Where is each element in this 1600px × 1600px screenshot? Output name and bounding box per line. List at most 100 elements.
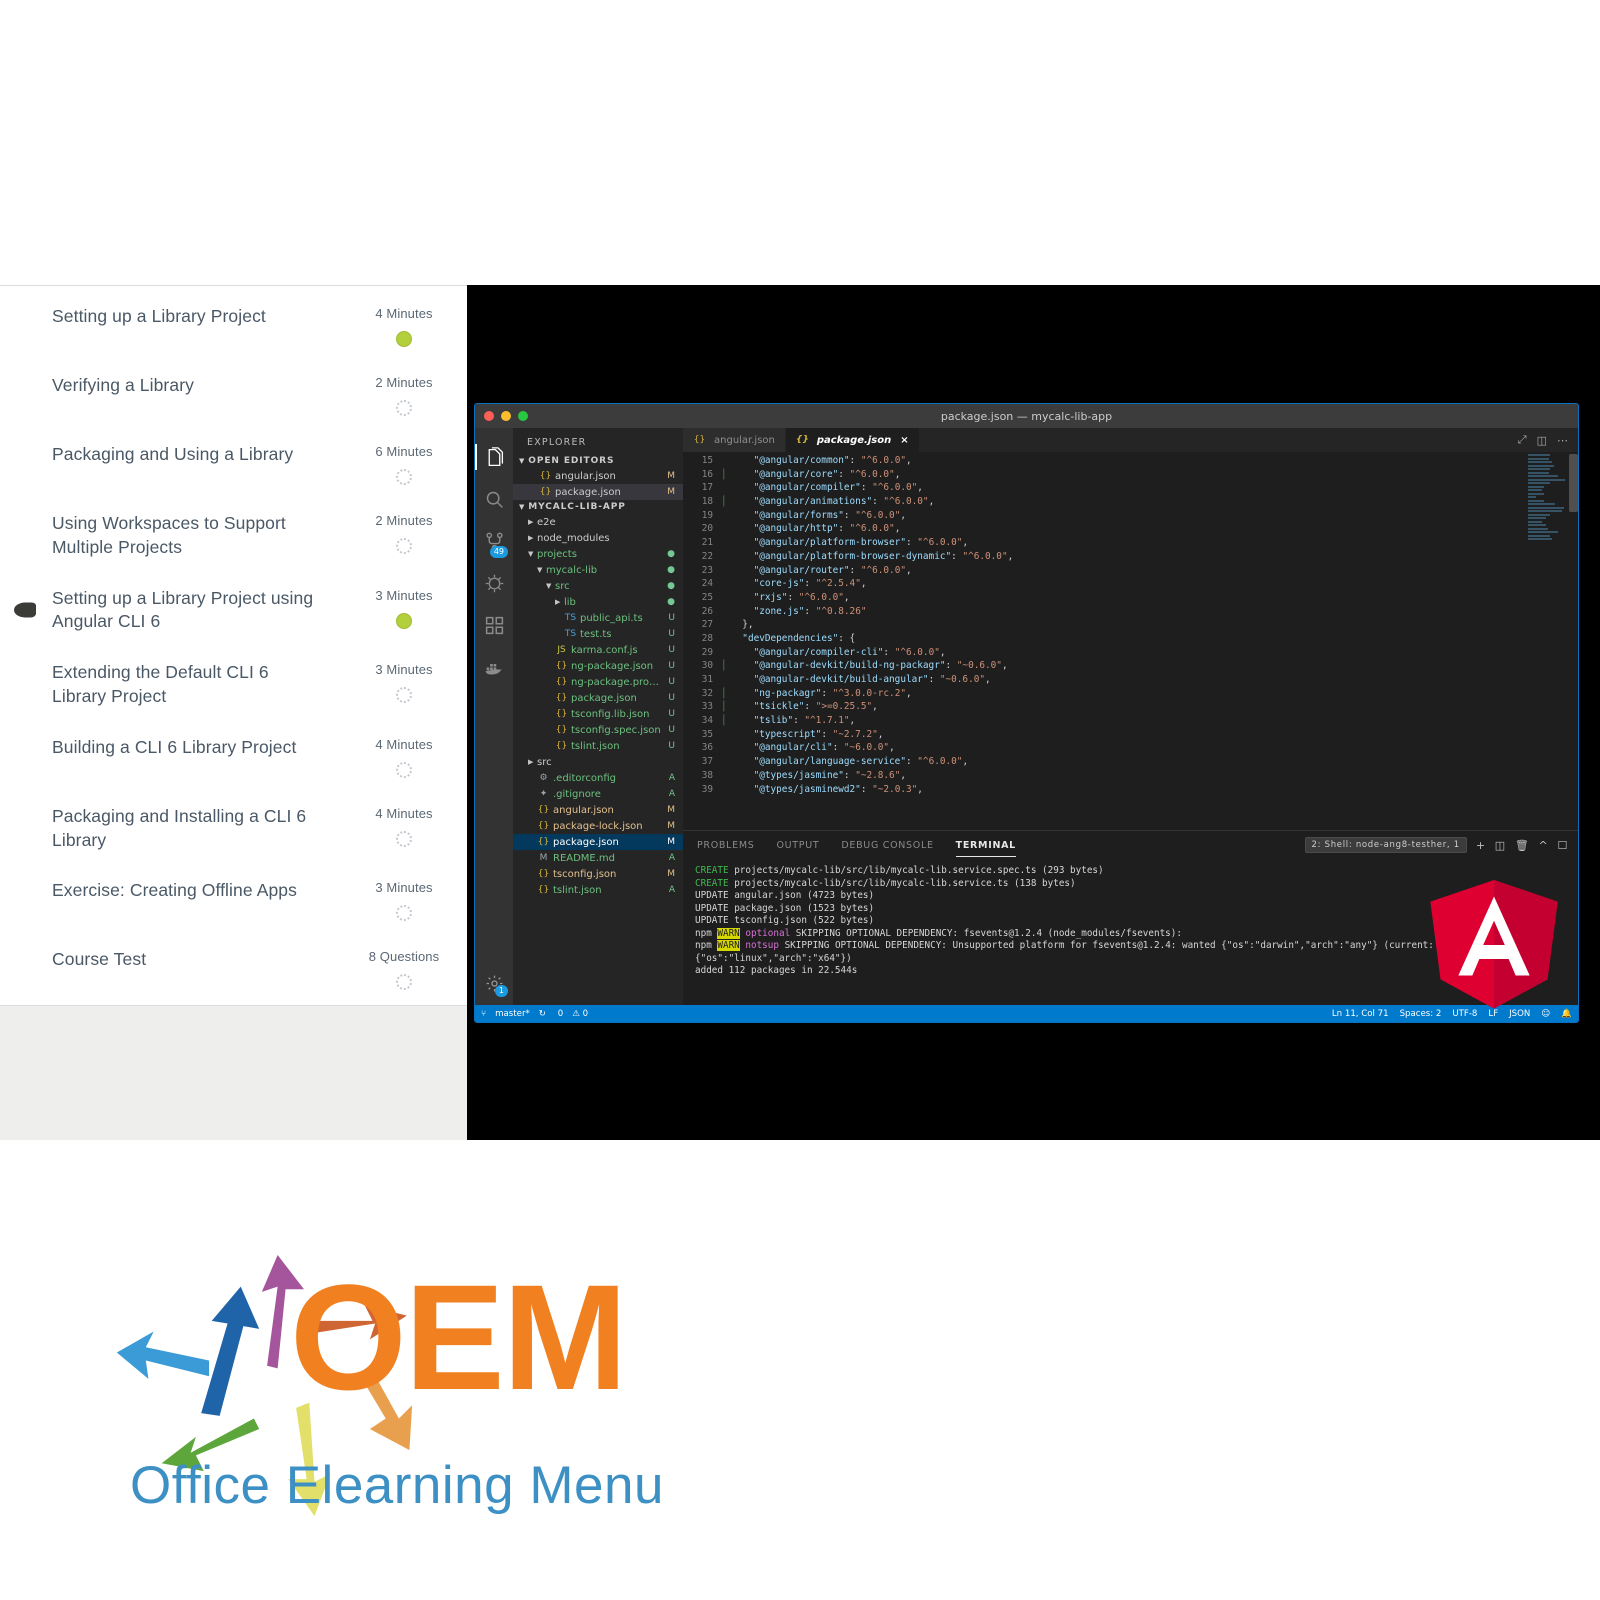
maximize-panel-icon[interactable]: ☐ — [1557, 839, 1568, 852]
line-number: 39 — [683, 783, 721, 797]
file-tree-row[interactable]: ▶ node_modules — [513, 530, 683, 546]
explorer-icon[interactable] — [475, 436, 513, 478]
open-editor-row[interactable]: {} angular.json M — [513, 468, 683, 484]
split-terminal-icon[interactable]: ◫ — [1495, 839, 1506, 852]
file-tree-row[interactable]: ✦ .gitignore A — [513, 786, 683, 802]
file-tree-row[interactable]: ▼ src ● — [513, 578, 683, 594]
file-tree-row[interactable]: ▶ src — [513, 754, 683, 770]
line-number: 35 — [683, 728, 721, 742]
file-tree-row[interactable]: {} ng-package.prod.j... U — [513, 674, 683, 690]
bell-icon[interactable]: 🔔 — [1561, 1009, 1572, 1019]
editor-tab[interactable]: {} package.json × — [786, 428, 920, 452]
terminal-selector[interactable]: 2: Shell: node-ang8-testher, 1 — [1305, 837, 1467, 853]
trash-icon[interactable]: 🗑 — [1515, 839, 1530, 852]
file-tree-row[interactable]: {} angular.json M — [513, 802, 683, 818]
fold-indicator — [721, 769, 731, 783]
lesson-meta: 3 Minutes — [365, 879, 443, 921]
lesson-item[interactable]: Packaging and Installing a CLI 6 Library… — [0, 792, 469, 867]
editor-tabbar: {} angular.json{} package.json × ⤢ ◫ ⋯ — [683, 428, 1578, 452]
more-actions-icon[interactable]: ⋯ — [1557, 434, 1568, 447]
open-editors-header[interactable]: ▼ OPEN EDITORS — [513, 454, 683, 468]
sync-icon[interactable]: ↻ — [539, 1009, 546, 1019]
editor-tab[interactable]: {} angular.json — [683, 428, 786, 452]
debug-icon[interactable] — [475, 562, 513, 604]
project-header[interactable]: ▼ MYCALC-LIB-APP — [513, 500, 683, 514]
open-editors-list: {} angular.json M{} package.json M — [513, 468, 683, 500]
lesson-title: Building a CLI 6 Library Project — [52, 736, 296, 760]
file-status-badge: U — [668, 677, 675, 687]
chevron-up-icon[interactable]: ^ — [1539, 839, 1549, 852]
lesson-item[interactable]: Exercise: Creating Offline Apps 3 Minutes — [0, 866, 469, 935]
file-tree-row[interactable]: {} tslint.json U — [513, 738, 683, 754]
file-tree-row[interactable]: TS test.ts U — [513, 626, 683, 642]
lesson-item[interactable]: Extending the Default CLI 6 Library Proj… — [0, 648, 469, 723]
open-editor-row[interactable]: {} package.json M — [513, 484, 683, 500]
file-tree-row[interactable]: {} tslint.json A — [513, 882, 683, 898]
source-control-branch-icon[interactable]: ⑂ — [481, 1009, 486, 1019]
file-tree-row[interactable]: JS karma.conf.js U — [513, 642, 683, 658]
minimap-line — [1528, 514, 1550, 516]
editor-scrollbar[interactable] — [1569, 454, 1578, 512]
file-tree-row[interactable]: ▼ mycalc-lib ● — [513, 562, 683, 578]
lesson-item[interactable]: Setting up a Library Project using Angul… — [0, 574, 469, 649]
panel-tab[interactable]: OUTPUT — [776, 834, 819, 857]
file-tree-row[interactable]: {} tsconfig.spec.json U — [513, 722, 683, 738]
lesson-duration: 8 Questions — [369, 949, 439, 964]
file-tree-row[interactable]: {} ng-package.json U — [513, 658, 683, 674]
file-tree-row[interactable]: {} package-lock.json M — [513, 818, 683, 834]
file-status-badge: ● — [667, 549, 675, 559]
lesson-title: Extending the Default CLI 6 Library Proj… — [52, 661, 324, 709]
chevron-right-icon: ▶ — [528, 518, 537, 526]
code-line: 15 "@angular/common": "^6.0.0", — [683, 454, 1578, 468]
panel-tab[interactable]: TERMINAL — [956, 834, 1016, 857]
layout-icon[interactable]: ◫ — [1537, 434, 1547, 447]
code-line: 36 "@angular/cli": "~6.0.0", — [683, 741, 1578, 755]
line-number: 33 — [683, 700, 721, 714]
lesson-list: Setting up a Library Project 4 Minutes Ver… — [0, 286, 469, 1004]
lesson-item[interactable]: Verifying a Library 2 Minutes — [0, 361, 469, 430]
lesson-completed-icon — [396, 331, 412, 347]
code-line: 27 }, — [683, 618, 1578, 632]
lesson-item[interactable]: Using Workspaces to Support Multiple Pro… — [0, 499, 469, 574]
lesson-item[interactable]: Packaging and Using a Library 6 Minutes — [0, 430, 469, 499]
file-tree-row[interactable]: ⚙ .editorconfig A — [513, 770, 683, 786]
code-editor[interactable]: 15 "@angular/common": "^6.0.0", 16 │ "@ang… — [683, 452, 1578, 830]
minimap-line — [1528, 482, 1550, 484]
cursor-position[interactable]: Ln 11, Col 71 — [1332, 1009, 1389, 1019]
code-text: "@angular/core": "^6.0.0", — [731, 468, 1578, 482]
lesson-item[interactable]: Setting up a Library Project 4 Minutes — [0, 292, 469, 361]
warning-count[interactable]: ⚠ 0 — [572, 1009, 588, 1019]
minimap[interactable] — [1528, 454, 1566, 574]
file-tree-row[interactable]: M README.md A — [513, 850, 683, 866]
open-editors-label: OPEN EDITORS — [528, 456, 614, 466]
file-tree-row[interactable]: TS public_api.ts U — [513, 610, 683, 626]
extensions-icon[interactable] — [475, 604, 513, 646]
add-terminal-icon[interactable]: + — [1476, 839, 1486, 852]
warning-count-value: 0 — [583, 1009, 588, 1019]
panel-tab[interactable]: PROBLEMS — [697, 834, 754, 857]
file-tree-row[interactable]: ▶ lib ● — [513, 594, 683, 610]
lesson-item[interactable]: Building a CLI 6 Library Project 4 Minute… — [0, 723, 469, 792]
search-icon[interactable] — [475, 478, 513, 520]
docker-icon[interactable] — [475, 646, 513, 688]
split-editor-icon[interactable]: ⤢ — [1518, 433, 1527, 447]
lesson-item[interactable]: Course Test 8 Questions — [0, 935, 469, 1004]
gear-icon[interactable]: 1 — [475, 965, 513, 1001]
panel-tab[interactable]: DEBUG CONSOLE — [841, 834, 933, 857]
code-line: 16 │ "@angular/core": "^6.0.0", — [683, 468, 1578, 482]
line-number: 34 — [683, 714, 721, 728]
file-tree-name: tsconfig.spec.json — [571, 725, 664, 736]
file-tree-row[interactable]: {} package.json U — [513, 690, 683, 706]
error-count[interactable]: ⑒ 0 — [555, 1009, 563, 1019]
file-tree-row[interactable]: ▶ e2e — [513, 514, 683, 530]
file-tree-row[interactable]: {} package.json M — [513, 834, 683, 850]
source-control-icon[interactable]: 49 — [475, 520, 513, 562]
close-tab-icon[interactable]: × — [900, 435, 908, 446]
file-status-badge: M — [667, 821, 675, 831]
branch-name[interactable]: master* — [495, 1009, 530, 1019]
fold-indicator: │ — [721, 468, 731, 482]
file-tree-row[interactable]: {} tsconfig.json M — [513, 866, 683, 882]
file-tree-row[interactable]: {} tsconfig.lib.json U — [513, 706, 683, 722]
video-player-frame[interactable]: package.json — mycalc-lib-app 49 1 EXPLO… — [467, 285, 1600, 1140]
file-tree-row[interactable]: ▼ projects ● — [513, 546, 683, 562]
